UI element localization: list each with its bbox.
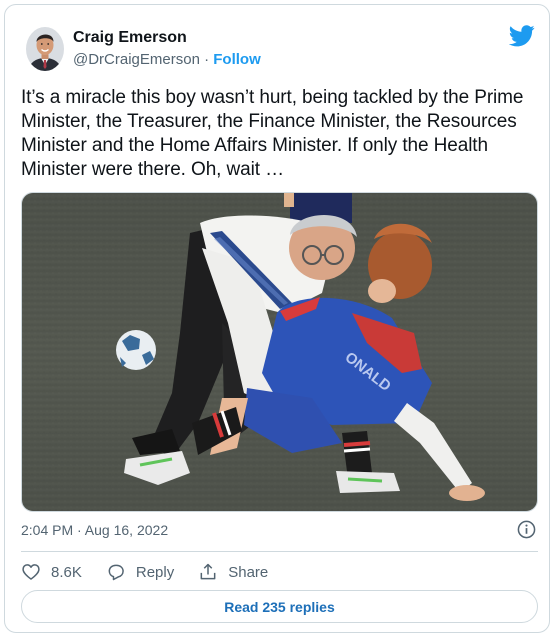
share-label: Share xyxy=(228,563,269,581)
tweet-photo[interactable]: ONALD xyxy=(21,192,538,512)
read-replies-button[interactable]: Read 235 replies xyxy=(21,590,538,623)
author-handle-row: @DrCraigEmerson · Follow xyxy=(73,51,261,68)
heart-icon xyxy=(22,564,40,580)
like-button[interactable]: 8.6K xyxy=(21,562,82,582)
action-bar: 8.6K Reply Share xyxy=(21,560,292,584)
handle-separator: · xyxy=(204,51,210,68)
tweet-timestamp[interactable]: 2:04 PM · Aug 16, 2022 xyxy=(21,522,168,538)
author-name[interactable]: Craig Emerson xyxy=(73,29,187,47)
author-handle[interactable]: @DrCraigEmerson xyxy=(73,51,200,68)
twitter-bird-icon[interactable] xyxy=(508,25,535,47)
divider xyxy=(21,551,538,552)
photo-illustration: ONALD xyxy=(22,193,537,511)
like-count: 8.6K xyxy=(51,563,82,581)
info-icon[interactable] xyxy=(517,520,536,539)
share-upload-icon xyxy=(200,563,216,580)
tweet-text: It’s a miracle this boy wasn’t hurt, bei… xyxy=(21,87,524,180)
reply-label: Reply xyxy=(135,563,175,581)
share-button[interactable]: Share xyxy=(198,562,268,582)
reply-bubble-icon xyxy=(108,564,124,581)
tweet-card: Craig Emerson @DrCraigEmerson · Follow I… xyxy=(4,4,550,633)
reply-button[interactable]: Reply xyxy=(106,562,174,582)
author-avatar[interactable] xyxy=(26,27,64,71)
follow-button[interactable]: Follow xyxy=(213,51,261,68)
